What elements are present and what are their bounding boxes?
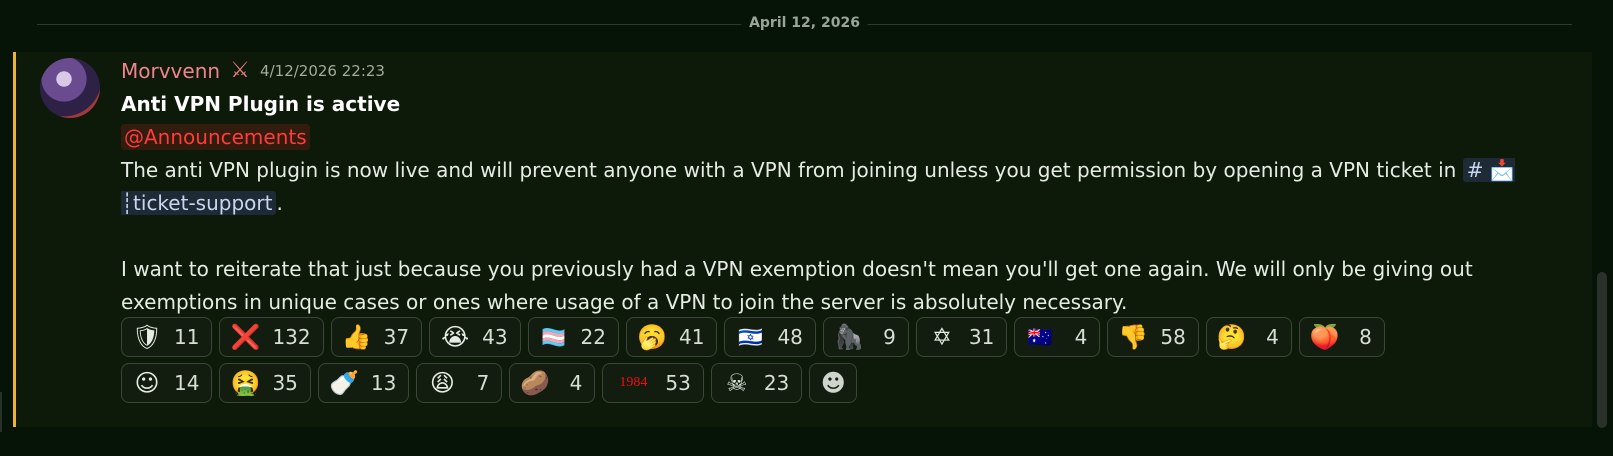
- israel-flag-icon: 🇮🇱: [738, 325, 763, 349]
- scrollbar-thumb[interactable]: [1597, 272, 1607, 428]
- message-header: Morvvenn ⚔ 4/12/2026 22:23: [121, 58, 385, 84]
- message-paragraph-2: I want to reiterate that just because yo…: [121, 257, 1473, 314]
- weary-face-icon: 😩: [429, 369, 455, 397]
- left-scroll-edge: [0, 392, 2, 432]
- reaction-count: 31: [968, 325, 995, 349]
- reaction-count: 53: [665, 371, 691, 395]
- reaction-peach[interactable]: 🍑 8: [1298, 317, 1385, 357]
- reaction-pirate-flag[interactable]: ☠ 23: [710, 363, 803, 403]
- reactions-bar: 🛡 11 ❌ 132 👍 37 😭 43 🏳️‍⚧️ 22 🥱 41 🇮🇱 48 🦍 9 ✡ 31 🇦🇺 4 👎 58 🤔 4…: [121, 317, 1481, 403]
- reaction-meme-face[interactable]: ☺ 14: [121, 363, 213, 403]
- reaction-vomiting-face[interactable]: 🤮 35: [219, 363, 311, 403]
- reaction-count: 22: [580, 325, 606, 349]
- message-paragraph-1: The anti VPN plugin is now live and will…: [121, 154, 1551, 220]
- add-reaction-button[interactable]: ☻: [809, 363, 858, 403]
- cross-mark-icon: ❌: [230, 323, 261, 351]
- reaction-gorilla[interactable]: 🦍 9: [822, 317, 909, 357]
- reaction-count: 4: [569, 371, 583, 395]
- reaction-star-of-david[interactable]: ✡ 31: [915, 317, 1008, 357]
- reaction-thumbs-down[interactable]: 👎 58: [1107, 317, 1199, 357]
- reaction-count: 58: [1160, 325, 1186, 349]
- reaction-potato[interactable]: 🥔 4: [509, 363, 596, 403]
- meme-face-icon: ☺: [134, 369, 160, 397]
- reaction-count: 8: [1359, 325, 1372, 349]
- reaction-count: 14: [174, 371, 200, 395]
- date-divider: April 12, 2026: [37, 14, 1572, 34]
- reaction-count: 11: [174, 325, 200, 349]
- vomiting-face-icon: 🤮: [230, 369, 261, 397]
- reaction-person-thinking[interactable]: 🤔 4: [1205, 317, 1292, 357]
- message-title: Anti VPN Plugin is active: [121, 92, 401, 116]
- yawning-face-icon: 🥱: [637, 323, 667, 351]
- transgender-flag-icon: 🏳️‍⚧️: [541, 325, 566, 349]
- australia-flag-icon: 🇦🇺: [1027, 325, 1053, 349]
- thumbs-down-icon: 👎: [1118, 323, 1149, 351]
- reaction-count: 13: [370, 371, 397, 395]
- reaction-transgender-flag[interactable]: 🏳️‍⚧️ 22: [527, 317, 619, 357]
- smiley-plus-icon: ☻: [820, 369, 846, 397]
- crossed-swords-icon: ⚔: [230, 58, 250, 83]
- paragraph-1-end: .: [276, 191, 283, 215]
- reaction-count: 132: [272, 325, 311, 349]
- paragraph-1-text: The anti VPN plugin is now live and will…: [121, 158, 1457, 182]
- reaction-israel-flag[interactable]: 🇮🇱 48: [724, 317, 816, 357]
- message[interactable]: Morvvenn ⚔ 4/12/2026 22:23 Anti VPN Plug…: [13, 52, 1592, 427]
- role-mention[interactable]: @Announcements: [121, 124, 310, 150]
- loudly-crying-face-icon: 😭: [441, 323, 470, 351]
- reaction-count: 43: [482, 325, 508, 349]
- reaction-count: 37: [383, 325, 410, 349]
- reaction-count: 9: [883, 325, 896, 349]
- reaction-cross-mark[interactable]: ❌ 132: [219, 317, 324, 357]
- reaction-thumbs-up[interactable]: 👍 37: [330, 317, 423, 357]
- thumbs-up-icon: 👍: [341, 323, 372, 351]
- star-of-david-icon: ✡: [931, 323, 952, 351]
- person-thinking-icon: 🤔: [1216, 323, 1247, 351]
- reaction-shield-emblem[interactable]: 🛡 11: [121, 317, 213, 357]
- reaction-count: 41: [679, 325, 705, 349]
- username[interactable]: Morvvenn: [121, 59, 220, 83]
- reaction-count: 23: [763, 371, 790, 395]
- reaction-count: 7: [476, 371, 490, 395]
- peach-icon: 🍑: [1309, 323, 1340, 351]
- reaction-count: 48: [777, 325, 803, 349]
- timestamp[interactable]: 4/12/2026 22:23: [260, 62, 385, 80]
- reaction-loudly-crying-face[interactable]: 😭 43: [429, 317, 521, 357]
- potato-icon: 🥔: [520, 369, 551, 397]
- reaction-count: 4: [1266, 325, 1279, 349]
- shield-emblem-icon: 🛡: [131, 323, 163, 351]
- reaction-count: 4: [1074, 325, 1088, 349]
- avatar[interactable]: [40, 58, 100, 118]
- message-content: Anti VPN Plugin is active @Announcements…: [121, 88, 1551, 319]
- reaction-yawning-face[interactable]: 🥱 41: [626, 317, 718, 357]
- reaction-bottle-person[interactable]: 🍼 13: [317, 363, 410, 403]
- 1984-text-icon: 1984: [619, 375, 648, 390]
- divider-date: April 12, 2026: [741, 15, 868, 31]
- bottle-person-icon: 🍼: [328, 369, 359, 397]
- gorilla-icon: 🦍: [833, 323, 864, 351]
- reaction-1984-text[interactable]: 1984 53: [602, 363, 704, 403]
- reaction-count: 35: [272, 371, 298, 395]
- reaction-weary-face[interactable]: 😩 7: [416, 363, 503, 403]
- pirate-flag-icon: ☠: [726, 369, 748, 397]
- reaction-australia-flag[interactable]: 🇦🇺 4: [1014, 317, 1101, 357]
